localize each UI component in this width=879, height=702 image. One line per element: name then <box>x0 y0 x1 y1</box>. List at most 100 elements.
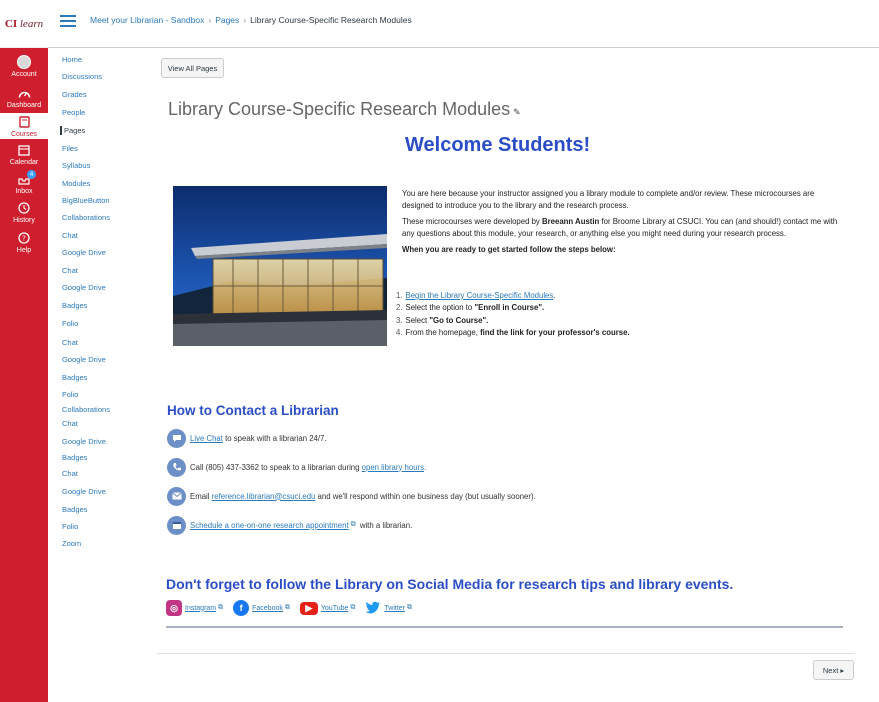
external-link-icon: ⧉ <box>284 604 290 611</box>
course-nav-item-badges[interactable]: Badges <box>62 453 87 462</box>
nav-account-label: Account <box>11 71 37 78</box>
course-nav-item-google-drive[interactable]: Google Drive <box>62 487 106 496</box>
global-nav: CI learn Account Dashboard Courses Calen… <box>0 0 48 702</box>
course-nav-item-discussions[interactable]: Discussions <box>62 72 102 81</box>
intro-paragraph-2: These microcourses were developed by Bre… <box>402 216 847 241</box>
breadcrumb: Meet your Librarian - Sandbox › Pages › … <box>90 15 412 25</box>
course-nav-item-chat[interactable]: Chat <box>62 231 78 240</box>
instagram-item: ◎ Instagram ⧉ <box>166 600 225 616</box>
step3-bold: "Go to Course". <box>429 315 489 325</box>
nav-account[interactable]: Account <box>0 55 48 78</box>
nav-calendar-label: Calendar <box>9 159 39 166</box>
ci-learn-logo[interactable]: CI learn <box>0 0 48 48</box>
instagram-link[interactable]: Instagram <box>185 605 216 612</box>
book-icon <box>17 115 31 129</box>
schedule-appointment-link[interactable]: Schedule a one-on-one research appointme… <box>190 521 349 530</box>
breadcrumb-separator: › <box>208 15 212 25</box>
library-building-photo <box>173 186 387 346</box>
nav-courses[interactable]: Courses <box>0 113 48 139</box>
course-nav-item-google-drive[interactable]: Google Drive <box>62 437 106 446</box>
email-end: and we'll respond within one business da… <box>315 491 536 501</box>
nav-help[interactable]: ? Help <box>0 231 48 254</box>
email-text: Email <box>190 491 212 501</box>
course-nav-item-badges[interactable]: Badges <box>62 301 87 310</box>
course-nav-item-folio[interactable]: Folio <box>62 522 78 531</box>
social-heading: Don't forget to follow the Library on So… <box>166 576 734 592</box>
email-link[interactable]: reference.librarian@csuci.edu <box>212 492 316 501</box>
edit-title-icon[interactable]: ✎ <box>513 107 521 117</box>
call-text: Call (805) 437-3362 to speak to a librar… <box>190 462 362 472</box>
course-nav-item-chat[interactable]: Chat <box>62 338 78 347</box>
intro-paragraph-1: You are here because your instructor ass… <box>402 189 815 211</box>
course-nav-item-pages[interactable]: Pages <box>60 126 85 135</box>
course-nav-item-chat[interactable]: Chat <box>62 266 78 275</box>
author-name: Breeann Austin <box>541 216 600 226</box>
course-nav-item-google-drive[interactable]: Google Drive <box>62 248 106 257</box>
course-nav-item-collaborations[interactable]: Collaborations <box>62 405 110 414</box>
list-item: 3. Select "Go to Course". <box>396 315 489 325</box>
begin-modules-link[interactable]: Begin the Library Course-Specific Module… <box>406 291 554 300</box>
course-nav-item-folio[interactable]: Folio <box>62 390 78 399</box>
course-nav-item-grades[interactable]: Grades <box>62 90 87 99</box>
hamburger-menu-icon[interactable] <box>60 15 76 27</box>
external-link-icon: ⧉ <box>218 604 224 611</box>
live-chat-link[interactable]: Live Chat <box>190 434 223 443</box>
calendar-icon <box>167 515 186 535</box>
nav-inbox-label: Inbox <box>15 188 33 195</box>
email-row: Email reference.librarian@csuci.edu and … <box>167 486 536 506</box>
course-nav-item-files[interactable]: Files <box>62 144 78 153</box>
welcome-heading: Welcome Students! <box>405 134 591 156</box>
facebook-icon: f <box>233 600 250 616</box>
youtube-link[interactable]: YouTube <box>321 605 349 612</box>
contact-heading: How to Contact a Librarian <box>167 403 339 418</box>
intro-p2-part-a: These microcourses were developed by <box>402 216 542 226</box>
course-nav-item-badges[interactable]: Badges <box>62 373 87 382</box>
course-nav-item-folio[interactable]: Folio <box>62 319 78 328</box>
course-nav-item-people[interactable]: People <box>62 108 85 117</box>
breadcrumb-current: Library Course-Specific Research Modules <box>250 15 412 25</box>
call-row: Call (805) 437-3362 to speak to a librar… <box>167 457 426 477</box>
steps-list: 1. Begin the Library Course-Specific Modu… <box>396 290 836 340</box>
breadcrumb-course-link[interactable]: Meet your Librarian - Sandbox <box>90 15 204 25</box>
course-nav-item-google-drive[interactable]: Google Drive <box>62 355 106 364</box>
list-item: 4. From the homepage, find the link for y… <box>396 328 630 338</box>
course-nav-item-collaborations[interactable]: Collaborations <box>62 213 110 222</box>
nav-help-label: Help <box>16 247 32 254</box>
page-title: Library Course-Specific Research Modules… <box>168 99 521 120</box>
nav-history[interactable]: History <box>0 201 48 224</box>
course-nav-item-bigbluebutton[interactable]: BigBlueButton <box>62 196 110 205</box>
svg-text:?: ? <box>22 235 26 243</box>
next-button[interactable]: Next ▸ <box>813 660 854 680</box>
youtube-icon: ▶ <box>299 601 318 615</box>
social-links: ◎ Instagram ⧉ f Facebook ⧉ ▶ YouTube ⧉ T… <box>166 599 422 617</box>
course-nav-item-chat[interactable]: Chat <box>62 469 78 478</box>
inbox-badge: 4 <box>27 170 36 179</box>
step2-text: Select the option to <box>405 303 475 313</box>
course-nav-item-home[interactable]: Home <box>62 55 82 64</box>
clock-icon <box>17 201 31 215</box>
schedule-end: with a librarian. <box>357 520 413 530</box>
external-link-icon: ⧉ <box>350 604 356 611</box>
chat-bubble-icon <box>167 428 186 448</box>
twitter-link[interactable]: Twitter <box>384 605 405 612</box>
course-nav-item-badges[interactable]: Badges <box>62 505 87 514</box>
nav-dashboard-label: Dashboard <box>6 102 42 109</box>
breadcrumb-separator: › <box>243 15 247 25</box>
list-item: 1. Begin the Library Course-Specific Modu… <box>396 291 556 300</box>
nav-dashboard[interactable]: Dashboard <box>0 86 48 109</box>
course-nav-item-zoom[interactable]: Zoom <box>62 539 81 548</box>
course-nav-item-google-drive[interactable]: Google Drive <box>62 283 106 292</box>
logo-brand: CI <box>4 17 18 30</box>
list-item: 2. Select the option to "Enroll in Course… <box>396 303 545 313</box>
nav-calendar[interactable]: Calendar <box>0 143 48 166</box>
steps-heading: When you are ready to get started follow… <box>402 244 616 254</box>
call-end: . <box>424 462 427 472</box>
view-all-pages-button[interactable]: View All Pages <box>161 58 224 78</box>
course-nav-item-syllabus[interactable]: Syllabus <box>62 161 90 170</box>
course-nav-item-modules[interactable]: Modules <box>62 179 90 188</box>
course-nav-item-chat[interactable]: Chat <box>62 419 78 428</box>
facebook-link[interactable]: Facebook <box>252 605 283 612</box>
library-hours-link[interactable]: open library hours <box>362 463 424 472</box>
nav-inbox[interactable]: 4 Inbox <box>0 170 48 195</box>
breadcrumb-pages-link[interactable]: Pages <box>215 15 239 25</box>
